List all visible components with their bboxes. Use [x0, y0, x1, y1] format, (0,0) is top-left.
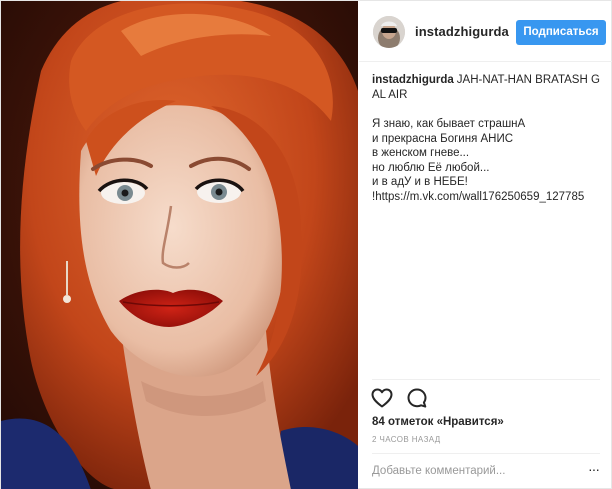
caption-line: Я знаю, как бывает страшнА: [372, 118, 526, 130]
more-options-icon[interactable]: ···: [588, 461, 600, 477]
caption-line: и в адУ и в НЕБЕ!: [372, 176, 468, 188]
comment-input[interactable]: [372, 461, 572, 481]
comment-icon[interactable]: [405, 386, 429, 410]
caption-link[interactable]: !https://m.vk.com/wall176250659_127785: [372, 190, 600, 205]
post-timestamp[interactable]: 2 ЧАСОВ НАЗАД: [372, 435, 441, 444]
instagram-post: instadzhigurda Подписаться instadzhigurd…: [0, 0, 612, 489]
caption-line: в женском гневе...: [372, 147, 470, 159]
post-header: instadzhigurda Подписаться: [359, 1, 612, 62]
header-username[interactable]: instadzhigurda: [415, 24, 509, 39]
follow-button[interactable]: Подписаться: [516, 20, 606, 45]
profile-avatar[interactable]: [373, 16, 405, 48]
caption-heading: instadzhigurda JAH-NAT-HAN BRATASH G AL A…: [372, 73, 600, 102]
caption-line: но люблю Её любой...: [372, 161, 490, 174]
portrait-illustration: [1, 1, 358, 489]
comment-divider: [372, 453, 600, 454]
avatar-image: [373, 16, 405, 48]
caption-line: и прекрасна Богиня АНИС: [372, 132, 514, 145]
heart-icon[interactable]: [370, 386, 394, 410]
post-caption: instadzhigurda JAH-NAT-HAN BRATASH G AL A…: [372, 73, 600, 204]
post-sidebar: instadzhigurda Подписаться instadzhigurd…: [359, 1, 612, 489]
caption-body: Я знаю, как бывает страшнА и прекрасна Б…: [372, 117, 600, 204]
caption-username[interactable]: instadzhigurda: [372, 74, 454, 86]
likes-count[interactable]: 84 отметок «Нравится»: [372, 416, 504, 428]
post-photo[interactable]: [1, 1, 358, 489]
actions-divider: [372, 379, 600, 380]
